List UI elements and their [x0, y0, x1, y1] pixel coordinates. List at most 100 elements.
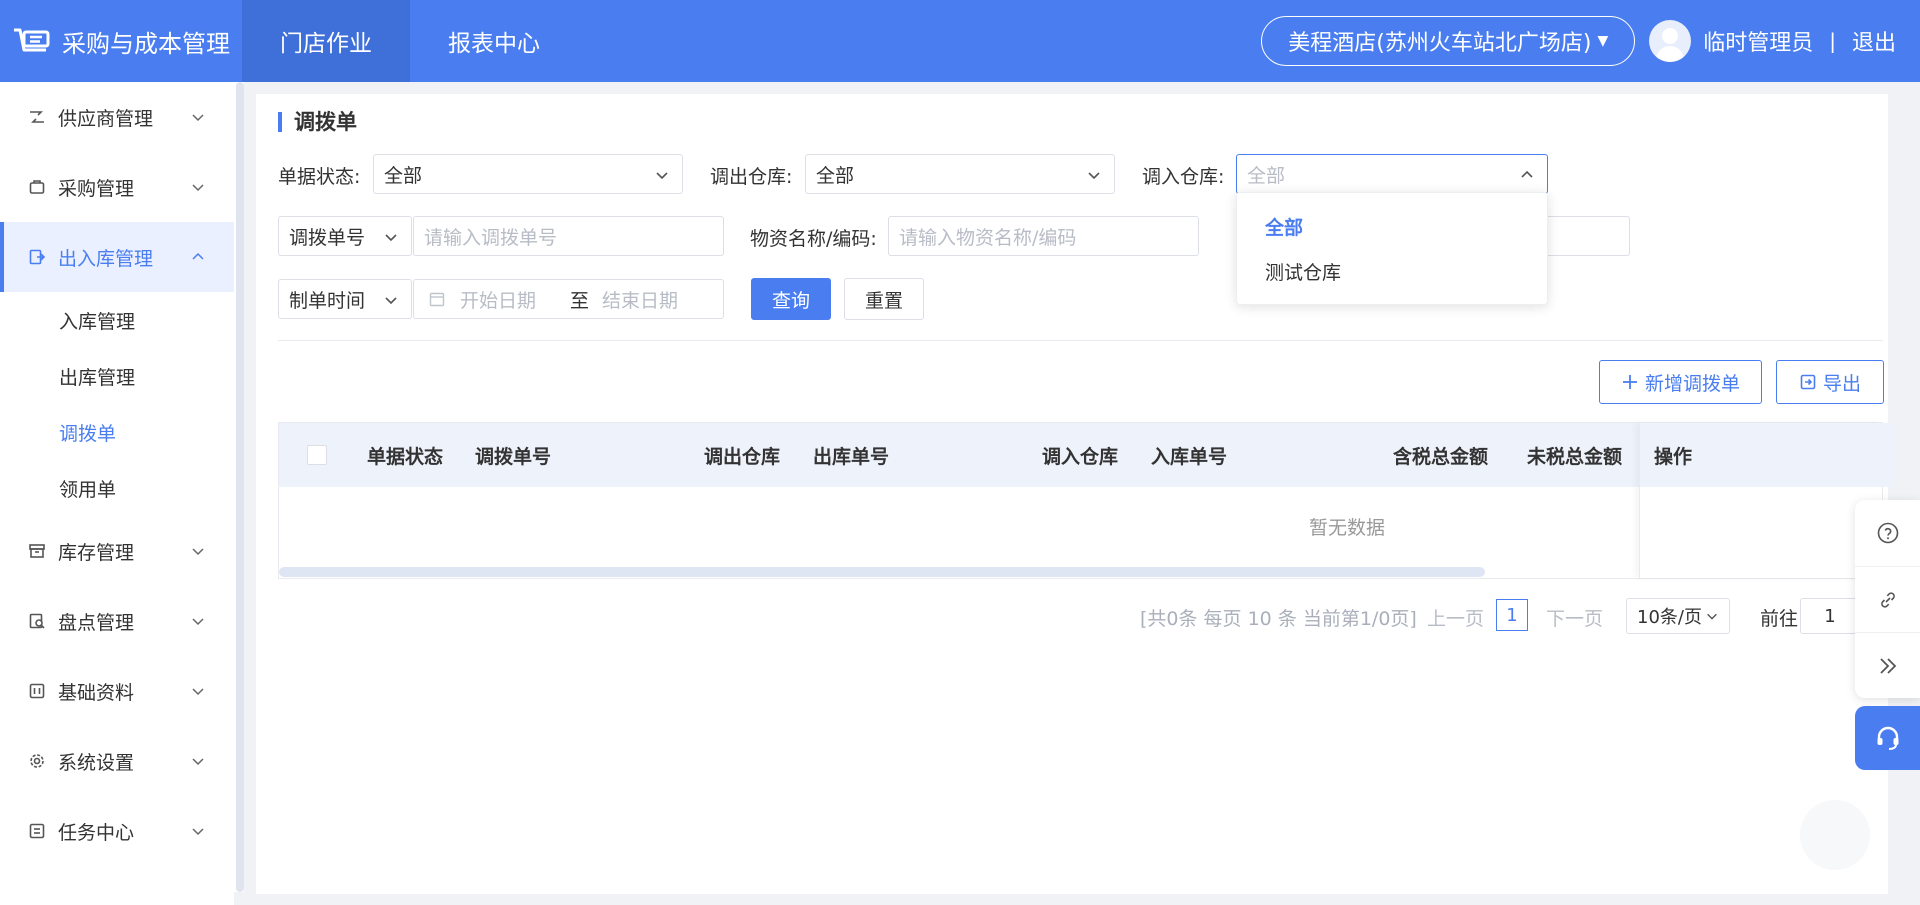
chevron-down-icon [192, 688, 204, 696]
sidebar: 供应商管理 采购管理 出入库管理 入库管理 出库管理 调拨单 领用单 库存管理 … [0, 82, 234, 905]
top-header: 采购与成本管理 门店作业 报表中心 美程酒店(苏州火车站北广场店) ▼ 临时管理… [0, 0, 1920, 82]
start-date-placeholder: 开始日期 [460, 289, 537, 312]
sidebar-subitem-requisition[interactable]: 领用单 [0, 460, 234, 516]
chevron-down-icon [385, 234, 397, 242]
col-in-warehouse: 调入仓库 [1042, 445, 1119, 468]
goto-label: 前往 [1760, 608, 1799, 630]
query-button[interactable]: 查询 [751, 278, 831, 320]
in-warehouse-select[interactable]: 全部 [1236, 154, 1548, 194]
goto-page-input[interactable]: 1 [1800, 598, 1860, 634]
material-input[interactable]: 请输入物资名称/编码 [888, 216, 1199, 256]
sidebar-item-label: 采购管理 [58, 177, 135, 200]
store-name: 美程酒店(苏州火车站北广场店) [1288, 31, 1592, 56]
dropdown-option-test-warehouse[interactable]: 测试仓库 [1265, 258, 1341, 285]
out-warehouse-value: 全部 [816, 164, 855, 187]
col-inbound-no: 入库单号 [1151, 445, 1228, 468]
in-warehouse-placeholder: 全部 [1247, 164, 1286, 187]
col-operation: 操作 [1654, 423, 1896, 487]
end-date-placeholder: 结束日期 [602, 289, 679, 312]
doc-no-placeholder: 请输入调拨单号 [424, 226, 558, 249]
sidebar-item-basic-data[interactable]: 基础资料 [0, 656, 234, 726]
transfer-table: 单据状态 调拨单号 调出仓库 出库单号 调入仓库 入库单号 含税总金额 未税总金… [278, 422, 1896, 579]
help-button[interactable] [1855, 500, 1920, 566]
table-horizontal-scrollbar[interactable] [279, 567, 1485, 577]
sidebar-subitem-transfer[interactable]: 调拨单 [0, 404, 234, 460]
task-icon [28, 822, 46, 840]
dropdown-option-all[interactable]: 全部 [1265, 213, 1303, 240]
basic-data-icon [28, 682, 46, 700]
doc-type-select[interactable]: 调拨单号 [278, 216, 412, 256]
store-selector[interactable]: 美程酒店(苏州火车站北广场店) ▼ [1261, 16, 1636, 66]
link-icon [1880, 591, 1895, 608]
sidebar-item-inventory[interactable]: 库存管理 [0, 516, 234, 586]
brand: 采购与成本管理 [0, 0, 242, 82]
out-warehouse-select[interactable]: 全部 [805, 154, 1115, 194]
date-type-select[interactable]: 制单时间 [278, 279, 412, 319]
col-outbound-no: 出库单号 [813, 445, 890, 468]
sidebar-scrollbar[interactable] [234, 82, 244, 892]
sidebar-subitem-inbound[interactable]: 入库管理 [0, 292, 234, 348]
sidebar-item-tasks[interactable]: 任务中心 [0, 796, 234, 866]
chevron-down-icon [1707, 613, 1717, 620]
supplier-icon [28, 108, 46, 126]
sidebar-subitem-outbound[interactable]: 出库管理 [0, 348, 234, 404]
date-range-picker[interactable]: 开始日期 至 结束日期 [413, 279, 724, 319]
material-placeholder: 请输入物资名称/编码 [899, 226, 1077, 249]
sidebar-item-supplier[interactable]: 供应商管理 [0, 82, 234, 152]
chevron-down-icon [192, 758, 204, 766]
sidebar-item-inout[interactable]: 出入库管理 [0, 222, 234, 292]
reset-button[interactable]: 重置 [844, 278, 924, 320]
avatar[interactable] [1649, 20, 1692, 62]
question-circle-icon [1877, 522, 1898, 544]
date-type-value: 制单时间 [289, 289, 366, 312]
sidebar-item-label: 任务中心 [58, 821, 135, 844]
export-button[interactable]: 导出 [1776, 360, 1884, 404]
link-button[interactable] [1855, 566, 1920, 632]
page-number-current[interactable]: 1 [1496, 599, 1528, 631]
col-status: 单据状态 [367, 445, 444, 468]
page-title: 调拨单 [278, 112, 357, 133]
chevron-down-icon [656, 172, 668, 180]
sidebar-scrollbar-thumb[interactable] [236, 82, 244, 892]
sidebar-item-label: 库存管理 [58, 541, 135, 564]
customer-service-button[interactable] [1855, 706, 1920, 770]
plus-icon [1622, 375, 1637, 389]
status-label: 单据状态: [278, 166, 361, 188]
sidebar-item-stocktake[interactable]: 盘点管理 [0, 586, 234, 656]
chevron-down-icon [192, 548, 204, 556]
brand-title: 采购与成本管理 [62, 29, 230, 58]
calendar-icon [429, 292, 445, 307]
chevron-up-icon [1521, 170, 1533, 178]
purchase-icon [28, 178, 46, 196]
in-warehouse-label: 调入仓库: [1142, 166, 1225, 188]
tab-report-center[interactable]: 报表中心 [410, 0, 578, 82]
sidebar-item-purchase[interactable]: 采购管理 [0, 152, 234, 222]
chevron-down-icon [192, 114, 204, 122]
export-label: 导出 [1822, 372, 1861, 395]
caret-down-icon: ▼ [1597, 33, 1609, 49]
collapse-button[interactable] [1855, 632, 1920, 698]
sidebar-item-settings[interactable]: 系统设置 [0, 726, 234, 796]
floating-bubble[interactable] [1800, 800, 1870, 870]
user-name: 临时管理员 [1703, 31, 1814, 56]
next-page-button[interactable]: 下一页 [1546, 604, 1603, 631]
select-all-checkbox[interactable] [307, 445, 327, 465]
logout-link[interactable]: 退出 [1852, 25, 1896, 57]
add-transfer-button[interactable]: 新增调拨单 [1599, 360, 1762, 404]
chevron-down-icon [192, 184, 204, 192]
add-transfer-label: 新增调拨单 [1644, 372, 1740, 395]
floating-toolbar [1855, 500, 1920, 698]
col-out-warehouse: 调出仓库 [704, 445, 781, 468]
tab-store-ops[interactable]: 门店作业 [242, 0, 410, 82]
date-range-separator: 至 [570, 289, 590, 312]
col-transfer-no: 调拨单号 [475, 445, 552, 468]
gear-icon [28, 752, 46, 770]
doc-no-input[interactable]: 请输入调拨单号 [413, 216, 724, 256]
sidebar-item-label: 基础资料 [58, 681, 135, 704]
page-size-value: 10条/页 [1637, 607, 1702, 628]
material-label: 物资名称/编码: [750, 228, 877, 250]
prev-page-button[interactable]: 上一页 [1427, 604, 1484, 631]
status-select[interactable]: 全部 [373, 154, 683, 194]
page-size-select[interactable]: 10条/页 [1626, 598, 1730, 634]
header-separator: | [1829, 29, 1836, 53]
